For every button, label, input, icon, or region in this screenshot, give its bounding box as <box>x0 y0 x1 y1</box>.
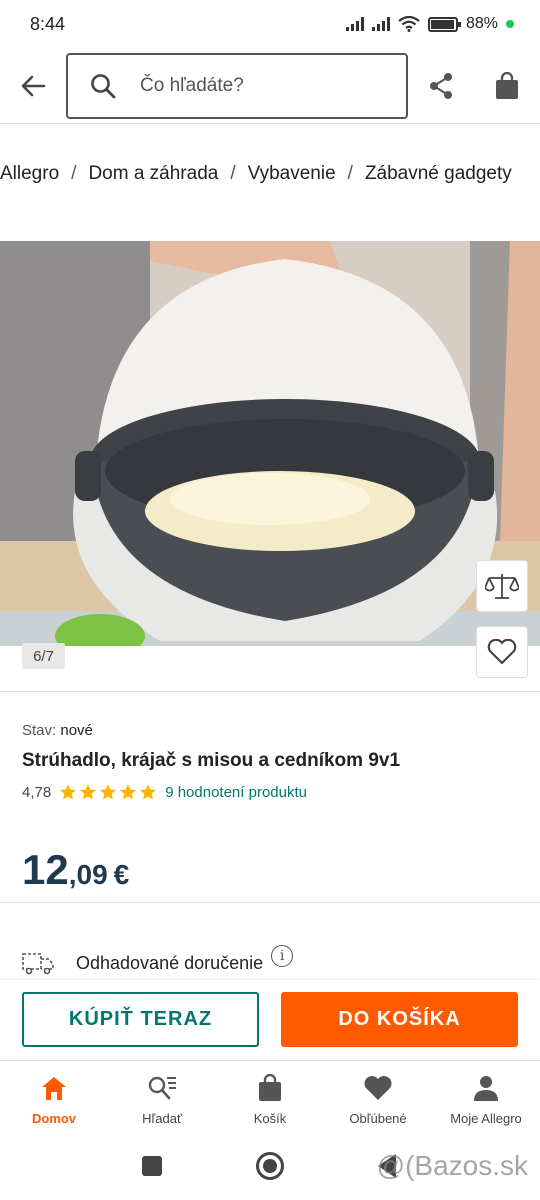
compare-button[interactable] <box>476 560 528 612</box>
signal-icon <box>371 17 390 31</box>
divider <box>0 902 540 903</box>
status-icons: 88% <box>345 15 514 33</box>
battery-fill <box>430 19 454 29</box>
buy-now-button[interactable]: KÚPIŤ TERAZ <box>22 992 259 1047</box>
delivery-row[interactable]: Odhadované doručenie i <box>22 945 294 980</box>
image-counter: 6/7 <box>22 643 65 669</box>
product-photo <box>0 241 540 646</box>
rating-value: 4,78 <box>22 783 52 801</box>
home-system-button[interactable] <box>256 1152 284 1180</box>
search-placeholder: Čo hľadáte? <box>140 74 244 96</box>
person-icon <box>474 1076 498 1101</box>
add-to-cart-button[interactable]: DO KOŠÍKA <box>281 992 518 1047</box>
breadcrumb-separator: / <box>230 163 236 184</box>
nav-cart[interactable]: Košík <box>216 1061 324 1138</box>
share-button[interactable] <box>408 53 474 119</box>
nav-label: Obľúbené <box>349 1111 407 1126</box>
star-icon <box>80 784 97 800</box>
price-currency: € <box>113 859 130 890</box>
nav-my-allegro[interactable]: Moje Allegro <box>432 1061 540 1138</box>
search-list-icon <box>148 1076 176 1100</box>
breadcrumb: Allegro / Dom a záhrada / Vybavenie / Zá… <box>0 150 540 198</box>
nav-search[interactable]: Hľadať <box>108 1061 216 1138</box>
star-icon <box>120 784 137 800</box>
rating-row: 4,78 9 hodnotení produktu <box>22 781 307 803</box>
back-button[interactable] <box>0 53 66 119</box>
nav-label: Košík <box>253 1111 287 1126</box>
arrow-left-icon <box>21 75 46 96</box>
condition-value: nové <box>60 722 93 739</box>
privacy-dot <box>506 20 514 28</box>
price: 12,09 € <box>22 846 129 894</box>
star-icon <box>140 784 157 800</box>
product-image[interactable] <box>0 241 540 646</box>
star-icon <box>100 784 117 800</box>
condition-label: Stav: <box>22 722 57 739</box>
nav-label: Hľadať <box>142 1111 182 1126</box>
delivery-label: Odhadované doručenie <box>76 952 264 973</box>
watermark: @(Bazos.sk <box>376 1150 528 1181</box>
breadcrumb-item[interactable]: Dom a záhrada <box>88 163 218 185</box>
nav-favorites[interactable]: Obľúbené <box>324 1061 432 1138</box>
app-header: Čo hľadáte? <box>0 48 540 124</box>
share-icon <box>430 72 452 99</box>
nav-label: Moje Allegro <box>450 1111 522 1126</box>
breadcrumb-separator: / <box>71 163 77 184</box>
status-bar: 8:44 88% <box>0 0 540 48</box>
recents-button[interactable] <box>142 1156 162 1176</box>
scales-icon <box>485 574 519 599</box>
breadcrumb-item[interactable]: Allegro <box>0 163 59 185</box>
signal-icon <box>345 17 364 31</box>
shopping-bag-icon <box>496 71 518 99</box>
status-time: 8:44 <box>30 13 66 34</box>
divider <box>0 691 540 692</box>
reviews-link[interactable]: 9 hodnotení produktu <box>165 784 307 801</box>
home-icon <box>42 1077 66 1100</box>
buy-bar: KÚPIŤ TERAZ DO KOŠÍKA <box>0 980 540 1060</box>
search-input[interactable]: Čo hľadáte? <box>66 52 408 119</box>
cart-icon <box>259 1074 281 1101</box>
battery-text: 88% <box>465 15 498 32</box>
price-decimal: ,09 <box>68 859 108 890</box>
bottom-nav: Domov Hľadať Košík Obľúbené Moje Allegro <box>0 1060 540 1138</box>
nav-home[interactable]: Domov <box>0 1061 108 1138</box>
breadcrumb-item[interactable]: Vybavenie <box>248 163 336 185</box>
heart-icon <box>364 1076 392 1100</box>
info-icon[interactable]: i <box>271 945 294 967</box>
search-icon <box>91 73 116 98</box>
heart-outline-icon <box>487 639 517 665</box>
favorite-button[interactable] <box>476 626 528 678</box>
nav-label: Domov <box>31 1111 77 1126</box>
condition: Stav: nové <box>22 722 93 739</box>
cart-header-button[interactable] <box>474 53 540 119</box>
breadcrumb-item[interactable]: Zábavné gadgety <box>365 163 512 185</box>
star-icon <box>60 784 77 800</box>
truck-icon <box>22 953 54 975</box>
product-title: Strúhadlo, krájač s misou a cedníkom 9v1 <box>22 750 401 771</box>
price-integer: 12 <box>22 846 69 893</box>
wifi-icon <box>398 16 420 32</box>
breadcrumb-separator: / <box>347 163 353 184</box>
rating-stars <box>59 783 157 801</box>
battery-icon <box>427 16 461 32</box>
